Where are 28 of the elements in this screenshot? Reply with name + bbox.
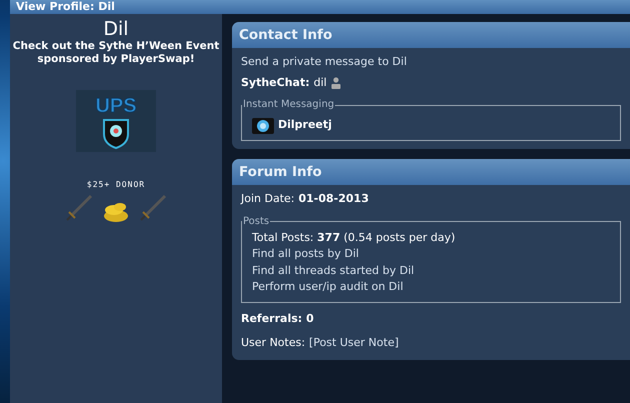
- card-title: Contact Info: [232, 22, 630, 48]
- field-value: 0: [306, 310, 314, 326]
- user-icon: [330, 77, 341, 89]
- sword-icon: [64, 192, 94, 222]
- group-legend: Instant Messaging: [242, 99, 336, 112]
- page-title: View Profile: Dil: [10, 0, 630, 14]
- donor-badge-label: $25+ DONOR: [86, 180, 146, 189]
- field-label: Join Date:: [241, 191, 294, 207]
- card-title: Forum Info: [232, 158, 630, 185]
- group-legend: Posts: [242, 216, 270, 228]
- search-link[interactable]: Perform user/ip audit on Dil: [252, 280, 404, 293]
- field-label: SytheChat:: [241, 74, 310, 91]
- coin-pile-icon: [102, 200, 130, 222]
- field-value: 01-08-2013: [298, 191, 369, 207]
- sword-icon: [138, 192, 168, 222]
- field-label: Referrals:: [241, 310, 302, 326]
- skype-icon: [252, 118, 274, 134]
- search-link[interactable]: Find all threads started by Dil: [252, 264, 414, 276]
- field-label: User Notes:: [241, 335, 306, 351]
- logo-drawing: UPS: [76, 90, 156, 152]
- field-value: dil: [314, 74, 327, 91]
- im-account-name: Dilpreetj: [278, 117, 332, 134]
- tagline: Check out the Sythe H’Ween Event sponsored by PlayerSwap!: [12, 40, 220, 66]
- username: Dil: [102, 18, 130, 40]
- search-link[interactable]: Find all posts by Dil: [252, 247, 359, 260]
- private-message-link[interactable]: Send a private message to Dil: [241, 55, 407, 68]
- post-user-note-link[interactable]: [Post User Note]: [309, 335, 399, 352]
- total-posts-text: Total Posts: 377 (0.54 posts per day): [252, 230, 456, 246]
